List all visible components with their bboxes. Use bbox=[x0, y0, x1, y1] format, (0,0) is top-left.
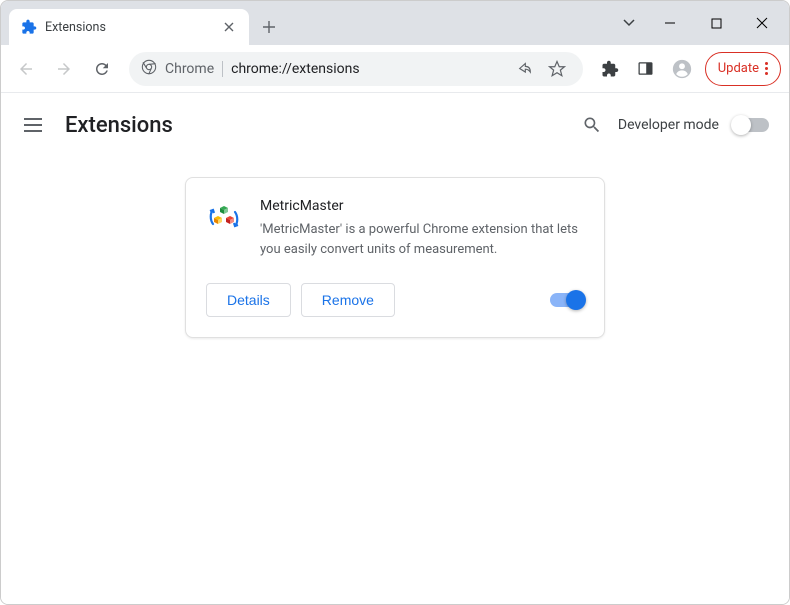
details-button[interactable]: Details bbox=[206, 283, 291, 317]
browser-tab[interactable]: Extensions bbox=[9, 9, 249, 45]
address-bar[interactable]: Chrome chrome://extensions bbox=[129, 52, 583, 86]
card-actions: Details Remove bbox=[206, 283, 584, 317]
extension-enable-toggle[interactable] bbox=[550, 293, 584, 307]
menu-dots-icon bbox=[765, 62, 768, 75]
update-button[interactable]: Update bbox=[705, 52, 781, 86]
update-label: Update bbox=[718, 61, 759, 76]
developer-mode-toggle[interactable] bbox=[733, 118, 769, 132]
tab-close-button[interactable] bbox=[221, 19, 237, 35]
tab-search-button[interactable] bbox=[611, 3, 647, 43]
card-top: MetricMaster 'MetricMaster' is a powerfu… bbox=[206, 198, 584, 259]
extension-card: MetricMaster 'MetricMaster' is a powerfu… bbox=[185, 177, 605, 338]
puzzle-icon bbox=[21, 19, 37, 35]
header-right: Developer mode bbox=[580, 113, 769, 137]
forward-button[interactable] bbox=[47, 52, 81, 86]
profile-button[interactable] bbox=[665, 52, 699, 86]
tab-title: Extensions bbox=[45, 20, 213, 35]
url-text: chrome://extensions bbox=[231, 61, 501, 77]
url-prefix: Chrome bbox=[165, 61, 214, 77]
close-window-button[interactable] bbox=[739, 3, 785, 43]
extension-info: MetricMaster 'MetricMaster' is a powerfu… bbox=[260, 198, 584, 259]
omnibox-actions bbox=[509, 55, 571, 83]
omnibox-divider bbox=[222, 61, 223, 77]
extensions-content: MetricMaster 'MetricMaster' is a powerfu… bbox=[1, 157, 789, 604]
minimize-button[interactable] bbox=[647, 3, 693, 43]
page-title: Extensions bbox=[65, 113, 560, 138]
extension-icon bbox=[206, 200, 242, 236]
chrome-window: Extensions bbox=[0, 0, 790, 605]
window-controls bbox=[611, 1, 789, 45]
extensions-header: Extensions Developer mode bbox=[1, 93, 789, 157]
developer-mode-label: Developer mode bbox=[618, 117, 719, 133]
search-button[interactable] bbox=[580, 113, 604, 137]
chrome-logo-icon bbox=[141, 59, 157, 79]
sidepanel-button[interactable] bbox=[629, 52, 663, 86]
bookmark-button[interactable] bbox=[543, 55, 571, 83]
maximize-button[interactable] bbox=[693, 3, 739, 43]
tab-strip: Extensions bbox=[1, 9, 611, 45]
reload-button[interactable] bbox=[85, 52, 119, 86]
browser-toolbar: Chrome chrome://extensions bbox=[1, 45, 789, 93]
menu-button[interactable] bbox=[21, 113, 45, 137]
title-bar: Extensions bbox=[1, 1, 789, 45]
extensions-button[interactable] bbox=[593, 52, 627, 86]
remove-button[interactable]: Remove bbox=[301, 283, 395, 317]
back-button[interactable] bbox=[9, 52, 43, 86]
extension-description: 'MetricMaster' is a powerful Chrome exte… bbox=[260, 220, 584, 259]
toolbar-right: Update bbox=[593, 52, 781, 86]
new-tab-button[interactable] bbox=[255, 13, 283, 41]
share-button[interactable] bbox=[509, 55, 537, 83]
extension-name: MetricMaster bbox=[260, 198, 584, 214]
